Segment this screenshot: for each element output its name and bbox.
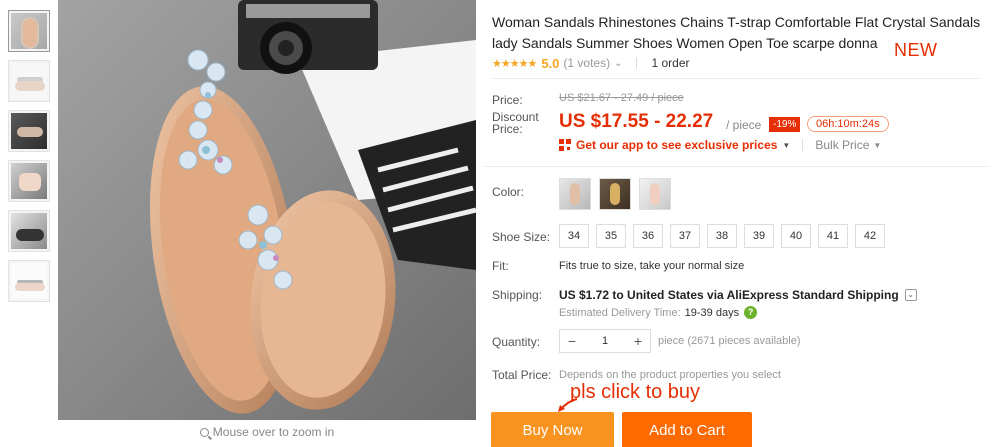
fit-label: Fit:	[492, 259, 509, 273]
color-option-2[interactable]	[599, 178, 631, 210]
shoe-size-label: Shoe Size:	[492, 230, 551, 244]
rating-row: ★★★★★ 5.0 (1 votes) ⌄ 1 order	[492, 54, 690, 72]
delivery-label: Estimated Delivery Time:	[559, 306, 681, 319]
plus-icon[interactable]: +	[626, 330, 650, 352]
size-option[interactable]: 35	[596, 224, 626, 248]
quantity-label: Quantity:	[492, 335, 541, 349]
thumbnail-1[interactable]	[8, 10, 50, 52]
size-option[interactable]: 34	[559, 224, 589, 248]
buy-now-button[interactable]: Buy Now	[491, 412, 614, 447]
app-price-row: Get our app to see exclusive prices ▼ Bu…	[559, 138, 881, 152]
thumbnail-2[interactable]	[8, 60, 50, 102]
discount-badge: -19%	[769, 117, 801, 132]
divider	[636, 57, 638, 69]
new-tag: NEW	[894, 40, 938, 60]
quantity-value[interactable]: 1	[584, 335, 626, 347]
caret-down-icon[interactable]: ▼	[782, 141, 790, 150]
per-piece: / piece	[726, 118, 762, 132]
qr-code-icon	[559, 139, 571, 151]
shipping-dropdown-icon[interactable]: ⌄	[904, 289, 917, 301]
divider	[802, 139, 804, 151]
original-price: US $21.67 - 27.49 / piece	[559, 92, 684, 104]
delivery-row: Estimated Delivery Time: 19-39 days ?	[559, 306, 758, 319]
chevron-down-icon[interactable]: ⌄	[614, 58, 622, 69]
delivery-days: 19-39 days	[684, 306, 740, 319]
size-option[interactable]: 36	[633, 224, 663, 248]
size-option[interactable]: 37	[670, 224, 700, 248]
quantity-note: piece (2671 pieces available)	[658, 335, 801, 347]
magnifier-icon	[199, 428, 209, 437]
shipping-text: US $1.72 to United States via AliExpress…	[559, 288, 899, 302]
discount-price: US $17.55 - 22.27	[559, 111, 714, 132]
size-options: 34 35 36 37 38 39 40 41 42	[559, 224, 892, 248]
price-label: Price:	[492, 93, 523, 107]
color-option-3[interactable]	[639, 178, 671, 210]
shipping-label: Shipping:	[492, 288, 543, 302]
sandal-photo	[58, 0, 476, 420]
countdown-timer: 06h:10m:24s	[807, 116, 889, 132]
quantity-stepper: − 1 +	[559, 329, 651, 353]
divider	[492, 78, 980, 79]
orders-count: 1 order	[651, 56, 690, 70]
thumbnail-4[interactable]	[8, 160, 50, 202]
size-option[interactable]: 38	[707, 224, 737, 248]
thumbnail-3[interactable]	[8, 110, 50, 152]
help-icon[interactable]: ?	[744, 306, 758, 319]
fit-text: Fits true to size, take your normal size	[559, 260, 745, 272]
color-label: Color:	[492, 185, 525, 199]
main-product-image[interactable]	[58, 0, 476, 420]
color-options	[559, 178, 679, 210]
divider	[484, 166, 990, 167]
color-option-1[interactable]	[559, 178, 591, 210]
app-exclusive-link[interactable]: Get our app to see exclusive prices	[576, 138, 777, 152]
size-option[interactable]: 42	[855, 224, 885, 248]
discount-price-label: Discount Price:	[492, 110, 539, 136]
add-to-cart-button[interactable]: Add to Cart	[622, 412, 752, 447]
total-price-label: Total Price:	[492, 368, 552, 382]
star-rating-icons: ★★★★★	[492, 57, 537, 70]
zoom-hint: Mouse over to zoom in	[58, 425, 476, 439]
rating-score: 5.0	[541, 55, 560, 71]
caret-down-icon[interactable]: ▼	[873, 141, 881, 150]
size-option[interactable]: 40	[781, 224, 811, 248]
bulk-price-link[interactable]: Bulk Price	[815, 138, 869, 152]
size-option[interactable]: 41	[818, 224, 848, 248]
total-price-text: Depends on the product properties you se…	[559, 369, 781, 381]
thumbnail-list	[8, 10, 50, 310]
product-info-panel: Woman Sandals Rhinestones Chains T-strap…	[484, 0, 990, 447]
shipping-row: US $1.72 to United States via AliExpress…	[559, 288, 917, 302]
votes-count[interactable]: (1 votes)	[563, 56, 610, 70]
thumbnail-6[interactable]	[8, 260, 50, 302]
arrow-icon	[558, 398, 578, 412]
click-to-buy-annotation: pls click to buy	[570, 381, 701, 403]
size-option[interactable]: 39	[744, 224, 774, 248]
thumbnail-5[interactable]	[8, 210, 50, 252]
minus-icon[interactable]: −	[560, 330, 584, 352]
zoom-hint-text: Mouse over to zoom in	[212, 425, 335, 439]
